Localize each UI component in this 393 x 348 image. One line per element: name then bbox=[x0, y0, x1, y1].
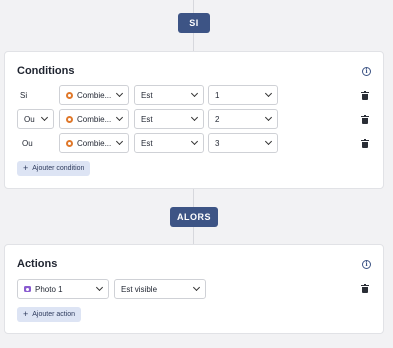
info-circle-icon[interactable]: i bbox=[362, 260, 371, 269]
chevron-down-icon bbox=[264, 137, 273, 146]
chevron-down-icon bbox=[264, 113, 273, 122]
condition-value-select[interactable]: 3 bbox=[208, 133, 278, 153]
camera-icon bbox=[24, 286, 31, 292]
condition-operator-value: Est bbox=[141, 90, 153, 100]
field-source-icon bbox=[66, 115, 73, 123]
condition-operator-select[interactable]: Est bbox=[134, 133, 204, 153]
condition-value-select[interactable]: 1 bbox=[208, 85, 278, 105]
action-type-value: Est visible bbox=[121, 284, 158, 294]
field-source-icon bbox=[66, 139, 73, 147]
add-action-label: Ajouter action bbox=[32, 311, 76, 318]
condition-field-value: Combie... bbox=[77, 114, 112, 124]
info-circle-icon[interactable]: i bbox=[362, 67, 371, 76]
if-block-badge: SI bbox=[178, 13, 210, 33]
condition-connector-label: Si bbox=[20, 91, 28, 100]
trash-icon[interactable] bbox=[361, 115, 369, 124]
condition-field-value: Combie... bbox=[77, 90, 112, 100]
action-target-value: Photo 1 bbox=[35, 284, 63, 294]
condition-field-select[interactable]: Combie... bbox=[59, 133, 129, 153]
chevron-down-icon bbox=[190, 113, 199, 122]
add-condition-button[interactable]: + Ajouter condition bbox=[17, 161, 91, 176]
conditions-title: Conditions bbox=[17, 65, 75, 77]
plus-icon: + bbox=[23, 163, 29, 173]
condition-operator-select[interactable]: Est bbox=[134, 109, 204, 129]
plus-icon: + bbox=[23, 309, 29, 319]
flow-connector-then-bottom bbox=[193, 227, 194, 244]
trash-icon[interactable] bbox=[361, 139, 369, 148]
condition-connector-label: Ou bbox=[22, 139, 33, 148]
condition-field-select[interactable]: Combie... bbox=[59, 85, 129, 105]
condition-field-select[interactable]: Combie... bbox=[59, 109, 129, 129]
then-block-label: ALORS bbox=[177, 212, 211, 222]
flow-connector-then-top bbox=[193, 189, 194, 207]
add-condition-label: Ajouter condition bbox=[32, 165, 85, 172]
condition-operator-value: Est bbox=[141, 114, 153, 124]
condition-connector-select[interactable]: Ou bbox=[17, 109, 54, 129]
chevron-down-icon bbox=[190, 137, 199, 146]
trash-icon[interactable] bbox=[361, 284, 369, 293]
actions-title: Actions bbox=[17, 258, 58, 270]
conditions-card: Conditions i Si Combie... Est 1 Ou Combi… bbox=[4, 51, 384, 189]
if-block-label: SI bbox=[189, 18, 199, 28]
flow-connector-top bbox=[193, 0, 194, 14]
chevron-down-icon bbox=[95, 283, 104, 292]
condition-value-select[interactable]: 2 bbox=[208, 109, 278, 129]
add-action-button[interactable]: + Ajouter action bbox=[17, 307, 82, 322]
action-target-select[interactable]: Photo 1 bbox=[17, 279, 109, 299]
chevron-down-icon bbox=[115, 137, 124, 146]
action-type-select[interactable]: Est visible bbox=[114, 279, 206, 299]
chevron-down-icon bbox=[115, 89, 124, 98]
condition-operator-select[interactable]: Est bbox=[134, 85, 204, 105]
condition-value-value: 3 bbox=[215, 138, 220, 148]
trash-icon[interactable] bbox=[361, 91, 369, 100]
chevron-down-icon bbox=[115, 113, 124, 122]
flow-connector-if bbox=[193, 33, 194, 52]
condition-field-value: Combie... bbox=[77, 138, 112, 148]
condition-connector-value: Ou bbox=[24, 114, 35, 124]
field-source-icon bbox=[66, 91, 73, 99]
actions-card: Actions i Photo 1 Est visible + Ajouter … bbox=[4, 244, 384, 334]
chevron-down-icon bbox=[192, 283, 201, 292]
chevron-down-icon bbox=[264, 89, 273, 98]
chevron-down-icon bbox=[190, 89, 199, 98]
chevron-down-icon bbox=[40, 113, 49, 122]
condition-value-value: 2 bbox=[215, 114, 220, 124]
condition-value-value: 1 bbox=[215, 90, 220, 100]
then-block-badge: ALORS bbox=[170, 207, 218, 227]
condition-operator-value: Est bbox=[141, 138, 153, 148]
